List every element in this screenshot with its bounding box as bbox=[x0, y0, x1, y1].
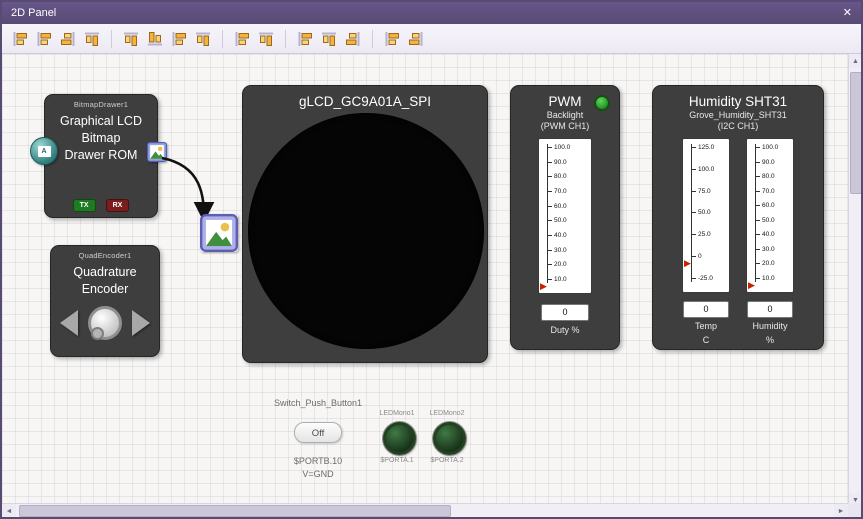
humidity-title: Humidity SHT31 bbox=[689, 94, 787, 110]
align-centers-icon[interactable] bbox=[33, 28, 55, 50]
temp-label: Temp bbox=[695, 321, 717, 332]
image-icon-small[interactable] bbox=[147, 142, 167, 162]
led2-indicator bbox=[433, 422, 466, 455]
make-same-width-icon[interactable] bbox=[231, 28, 253, 50]
glcd-screen bbox=[248, 113, 484, 349]
toolbar-separator bbox=[372, 30, 373, 48]
led2-port-label: $PORTA.2 bbox=[418, 457, 476, 464]
temp-column: 125.0100.075.050.025.00-25.0 ▶ 0 Temp C bbox=[682, 138, 730, 346]
humidity-gauges: 125.0100.075.050.025.00-25.0 ▶ 0 Temp C … bbox=[682, 138, 794, 346]
encoder-knob[interactable] bbox=[88, 306, 122, 340]
pwm-subtitle: Backlight bbox=[547, 110, 584, 121]
encoder-right-arrow-icon[interactable] bbox=[132, 310, 150, 336]
pwm-gauge-scale: 100.090.080.070.060.050.040.030.020.010.… bbox=[547, 144, 589, 283]
space-across-icon[interactable] bbox=[168, 28, 190, 50]
component-tag: QuadEncoder1 bbox=[51, 251, 159, 260]
pwm-unit: Duty % bbox=[550, 325, 579, 336]
temp-unit: C bbox=[703, 335, 710, 346]
image-icon-large[interactable] bbox=[200, 214, 238, 252]
space-down-icon[interactable] bbox=[192, 28, 214, 50]
align-rights-icon[interactable] bbox=[57, 28, 79, 50]
switch-name-label: Switch_Push_Button1 bbox=[248, 398, 388, 408]
align-middles-icon[interactable] bbox=[120, 28, 142, 50]
vertical-scroll-thumb[interactable] bbox=[850, 72, 862, 194]
humidity-gauge[interactable]: 100.090.080.070.060.050.040.030.020.010.… bbox=[746, 138, 794, 293]
text-port-icon[interactable]: A bbox=[30, 137, 58, 165]
switch-voltage-label: V=GND bbox=[268, 469, 368, 479]
rx-badge: RX bbox=[106, 199, 130, 212]
horizontal-scroll-thumb[interactable] bbox=[19, 505, 451, 517]
temp-gauge[interactable]: 125.0100.075.050.025.00-25.0 ▶ bbox=[682, 138, 730, 293]
pwm-channel: (PWM CH1) bbox=[541, 121, 590, 132]
component-label: Graphical LCDBitmapDrawer ROM bbox=[45, 113, 157, 164]
2d-panel-window: 2D Panel ✕ BitmapDrawer1 Graphical LCDBi… bbox=[0, 0, 863, 519]
titlebar[interactable]: 2D Panel ✕ bbox=[2, 2, 861, 24]
window-title: 2D Panel bbox=[11, 7, 56, 19]
humidity-gauge-pointer-icon[interactable]: ▶ bbox=[748, 281, 755, 290]
humidity-subtitle: Grove_Humidity_SHT31 bbox=[689, 110, 787, 121]
distribute-vertical-icon[interactable] bbox=[318, 28, 340, 50]
pwm-gauge-pointer-icon[interactable]: ▶ bbox=[540, 282, 547, 291]
align-lefts-icon[interactable] bbox=[9, 28, 31, 50]
uart-badges: TX RX bbox=[45, 199, 157, 212]
align-bottoms-icon[interactable] bbox=[144, 28, 166, 50]
humidity-gauge-scale: 100.090.080.070.060.050.040.030.020.010.… bbox=[755, 144, 791, 282]
component-quadencoder1[interactable]: QuadEncoder1 QuadratureEncoder bbox=[50, 245, 160, 357]
tx-badge: TX bbox=[73, 199, 96, 212]
glcd-title: gLCD_GC9A01A_SPI bbox=[243, 94, 487, 109]
scroll-right-icon[interactable]: ► bbox=[834, 504, 848, 518]
component-glcd[interactable]: gLCD_GC9A01A_SPI bbox=[242, 85, 488, 363]
snap-to-grid-icon[interactable] bbox=[342, 28, 364, 50]
toolbar bbox=[2, 24, 861, 54]
humidity-unit: % bbox=[766, 335, 774, 346]
component-bitmapdrawer1[interactable]: BitmapDrawer1 Graphical LCDBitmapDrawer … bbox=[44, 94, 158, 218]
text-port-glyph: A bbox=[38, 146, 51, 157]
humidity-column: 100.090.080.070.060.050.040.030.020.010.… bbox=[746, 138, 794, 346]
temp-gauge-pointer-icon[interactable]: ▶ bbox=[684, 259, 691, 268]
distribute-horizontal-icon[interactable] bbox=[294, 28, 316, 50]
component-label: QuadratureEncoder bbox=[51, 264, 159, 298]
send-to-back-icon[interactable] bbox=[405, 28, 427, 50]
make-same-height-icon[interactable] bbox=[255, 28, 277, 50]
humidity-channel: (I2C CH1) bbox=[718, 121, 759, 132]
pwm-value-field[interactable]: 0 bbox=[541, 304, 589, 321]
led1-indicator bbox=[383, 422, 416, 455]
toolbar-icon-group bbox=[8, 28, 428, 50]
toolbar-separator bbox=[111, 30, 112, 48]
close-icon[interactable]: ✕ bbox=[843, 8, 852, 19]
component-tag: BitmapDrawer1 bbox=[45, 100, 157, 109]
pwm-led-indicator bbox=[594, 95, 610, 111]
encoder-knob-handle bbox=[91, 327, 104, 340]
component-humidity-sht31[interactable]: Humidity SHT31 Grove_Humidity_SHT31 (I2C… bbox=[652, 85, 824, 350]
encoder-left-arrow-icon[interactable] bbox=[60, 310, 78, 336]
horizontal-scrollbar[interactable]: ◄ ► bbox=[2, 503, 848, 517]
push-button-off[interactable]: Off bbox=[294, 422, 342, 443]
pwm-gauge[interactable]: 100.090.080.070.060.050.040.030.020.010.… bbox=[538, 138, 592, 294]
temp-value-field[interactable]: 0 bbox=[683, 301, 729, 318]
panel-canvas[interactable]: BitmapDrawer1 Graphical LCDBitmapDrawer … bbox=[2, 54, 849, 505]
align-tops-icon[interactable] bbox=[81, 28, 103, 50]
switch-port-label: $PORTB.10 bbox=[268, 456, 368, 466]
pwm-title: PWM bbox=[549, 94, 582, 110]
scrollbar-corner bbox=[848, 503, 861, 517]
humidity-label: Humidity bbox=[752, 321, 787, 332]
component-pwm[interactable]: PWM Backlight (PWM CH1) 100.090.080.070.… bbox=[510, 85, 620, 350]
encoder-controls bbox=[51, 298, 159, 340]
scroll-up-icon[interactable]: ▲ bbox=[849, 54, 862, 68]
bring-to-front-icon[interactable] bbox=[381, 28, 403, 50]
toolbar-separator bbox=[285, 30, 286, 48]
humidity-value-field[interactable]: 0 bbox=[747, 301, 793, 318]
vertical-scrollbar[interactable]: ▲ ▼ bbox=[848, 54, 861, 507]
toolbar-separator bbox=[222, 30, 223, 48]
scroll-left-icon[interactable]: ◄ bbox=[2, 504, 16, 518]
temp-gauge-scale: 125.0100.075.050.025.00-25.0 bbox=[691, 144, 727, 282]
led2-name-label: LEDMono2 bbox=[418, 410, 476, 417]
